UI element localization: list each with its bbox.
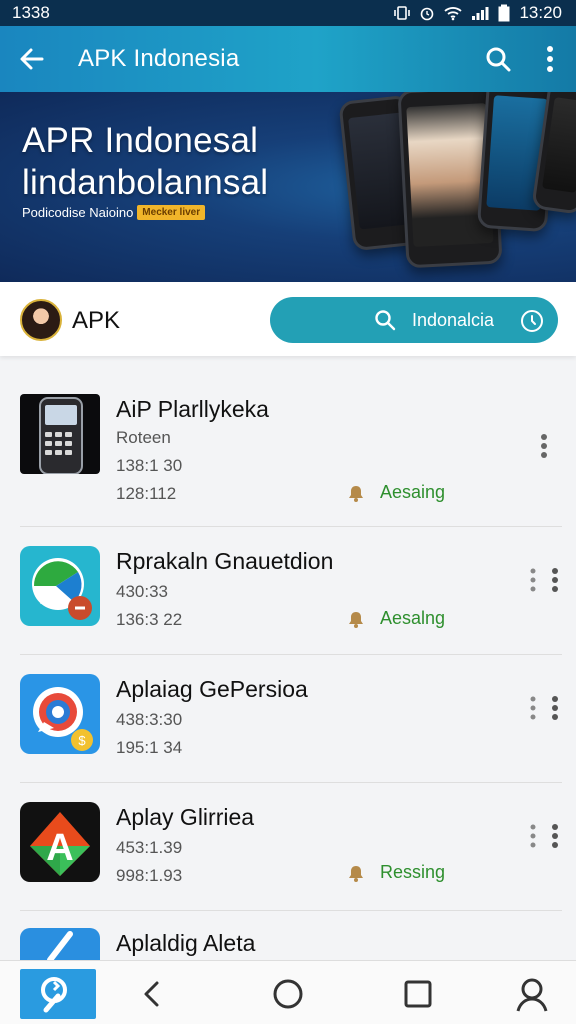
more-vertical-icon xyxy=(530,568,558,592)
avatar[interactable] xyxy=(20,299,62,341)
app-detail: 453:1.39 xyxy=(116,838,183,857)
search-pill-label: Indonalcia xyxy=(412,310,495,330)
app-icon-messenger xyxy=(20,546,100,626)
bell-icon xyxy=(349,611,363,628)
item-menu-button[interactable] xyxy=(524,426,564,466)
search-button[interactable] xyxy=(472,26,524,92)
brand-label: APK xyxy=(72,307,121,334)
app-bar: APK Indonesia xyxy=(0,26,576,92)
arrow-left-icon xyxy=(20,48,44,70)
app-icon-blackberry xyxy=(20,394,100,474)
banner-tagline: Podicodise Naioino Mecker liver xyxy=(22,205,206,220)
status-bar: 1338 13:20 xyxy=(0,0,576,26)
status-time-right: 13:20 xyxy=(519,3,562,22)
banner-tagline-text: Podicodise Naioino xyxy=(22,205,134,220)
search-icon xyxy=(374,309,396,336)
status-time-left: 1338 xyxy=(12,3,50,22)
app-detail: 136:3 22 xyxy=(116,610,183,629)
nav-home-app-button[interactable] xyxy=(20,969,96,1019)
signal-icon xyxy=(471,5,489,21)
nav-profile-button[interactable] xyxy=(494,969,570,1019)
app-icon-chat: $ xyxy=(20,674,100,754)
app-status-label: Ressing xyxy=(380,862,446,882)
battery-icon xyxy=(497,4,511,22)
more-vertical-icon xyxy=(547,46,553,72)
circle-home-icon xyxy=(273,979,303,1009)
user-icon xyxy=(516,978,548,1012)
app-status-label: Aesalng xyxy=(380,608,446,628)
app-name: Aplaiag GePersioa xyxy=(116,676,308,702)
nav-home-button[interactable] xyxy=(250,969,326,1019)
app-icon-partial xyxy=(20,928,100,960)
app-publisher: Roteen xyxy=(116,428,171,447)
nav-back-button[interactable] xyxy=(114,969,190,1019)
alarm-icon xyxy=(419,5,435,21)
search-pill-button[interactable]: Indonalcia xyxy=(270,297,558,343)
divider xyxy=(20,654,562,655)
app-icon-letter-a: A xyxy=(20,802,100,882)
app-name: Aplaldig Aleta xyxy=(116,930,256,956)
vibrate-icon xyxy=(393,5,411,21)
overflow-menu-button[interactable] xyxy=(524,26,576,92)
chevron-left-icon xyxy=(144,981,159,1007)
app-bar-title: APK Indonesia xyxy=(78,45,240,72)
banner-headline: APR Indonesal lindanbolannsal xyxy=(22,120,268,204)
app-name: AiP Plarllykeka xyxy=(116,396,269,422)
divider xyxy=(20,526,562,527)
app-status: Aesaing xyxy=(346,482,445,503)
app-status: Ressing xyxy=(346,862,445,883)
more-vertical-icon xyxy=(530,824,558,848)
banner-headline-line-2: lindanbolannsal xyxy=(22,163,269,202)
app-detail: 438:3:30 xyxy=(116,710,183,729)
item-menu-button[interactable] xyxy=(524,688,564,728)
app-name: Rprakaln Gnauetdion xyxy=(116,548,334,574)
more-vertical-icon xyxy=(541,434,547,458)
divider xyxy=(20,910,562,911)
wrench-icon xyxy=(41,977,67,1013)
banner-badge: Mecker liver xyxy=(137,205,206,220)
bell-icon xyxy=(349,865,363,882)
app-detail: 430:33 xyxy=(116,582,168,601)
app-detail: 128:112 xyxy=(116,484,177,503)
banner-headline-line-1: APR Indonesal xyxy=(22,121,259,160)
item-menu-button[interactable] xyxy=(524,560,564,600)
bell-icon xyxy=(349,485,363,502)
app-name: Aplay Glirriea xyxy=(116,804,255,830)
more-vertical-icon xyxy=(530,696,558,720)
svg-text:A: A xyxy=(46,827,73,869)
clock-icon xyxy=(520,309,544,338)
search-icon xyxy=(486,47,511,72)
app-detail: 998:1.93 xyxy=(116,866,183,885)
square-recents-icon xyxy=(404,980,432,1008)
app-status: Aesalng xyxy=(346,608,445,629)
app-status-label: Aesaing xyxy=(380,482,446,502)
promo-banner[interactable]: APR Indonesal lindanbolannsal Podicodise… xyxy=(0,92,576,282)
app-detail: 195:1 34 xyxy=(116,738,183,757)
nav-recents-button[interactable] xyxy=(380,969,456,1019)
divider xyxy=(20,782,562,783)
app-detail: 138:1 30 xyxy=(116,456,183,475)
wifi-icon xyxy=(443,5,463,21)
item-menu-button[interactable] xyxy=(524,816,564,856)
svg-text:$: $ xyxy=(78,733,86,748)
search-strip: APK Indonalcia xyxy=(0,282,576,356)
bottom-nav-bar xyxy=(0,960,576,1024)
back-button[interactable] xyxy=(0,26,64,92)
